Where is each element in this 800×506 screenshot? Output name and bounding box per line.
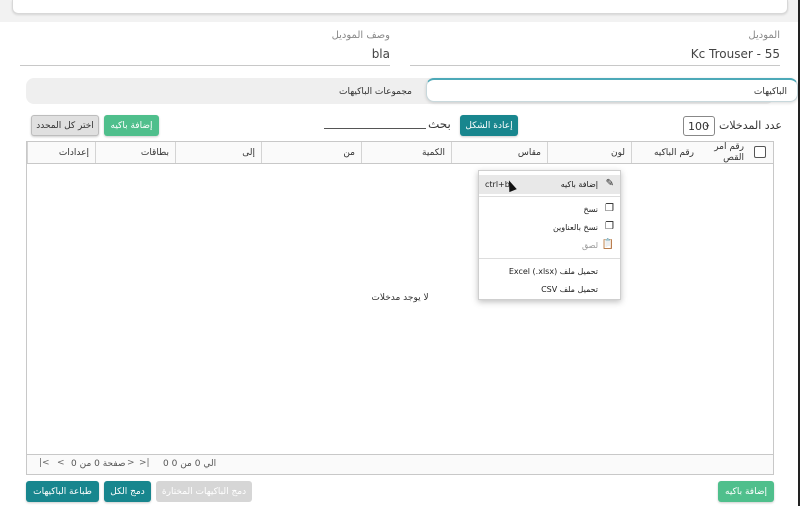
entries-count-label: عدد المدخلات: [719, 119, 782, 132]
menu-item-add-pack[interactable]: ✎ إضافة باكيه ctrl+b: [479, 175, 620, 194]
range-indicator: 0 الي 0 من 0: [163, 459, 217, 469]
column-header-from[interactable]: من: [261, 142, 361, 163]
empty-message: لا يوجد مدخلات: [371, 293, 429, 303]
search-label: بحث: [428, 117, 451, 131]
top-card: [12, 0, 788, 14]
context-menu: ✎ إضافة باكيه ctrl+b ❐ نسخ ❐ نسخ بالعناو…: [478, 170, 621, 300]
menu-item-copy-with-headers[interactable]: ❐ نسخ بالعناوين: [479, 218, 620, 237]
packs-table: رقم امر القص رقم الباكيه لون مقاس الكمية…: [26, 141, 774, 475]
column-header-cut-order[interactable]: رقم امر القص: [700, 142, 750, 163]
prev-page-icon[interactable]: <: [57, 458, 65, 468]
add-pack-button-bottom[interactable]: إضافة باكيه: [718, 481, 774, 502]
tab-bar: الباكيهات مجموعات الباكيهات: [26, 78, 798, 104]
column-header-settings[interactable]: إعدادات: [27, 142, 95, 163]
model-description-field[interactable]: وصف الموديل bla: [20, 30, 390, 66]
column-header-color[interactable]: لون: [547, 142, 631, 163]
print-packs-button[interactable]: طباعة الباكيهات: [26, 481, 99, 502]
copy-icon: ❐: [605, 203, 614, 214]
page-indicator: صفحة 0 من 0: [71, 459, 126, 469]
tab-packs[interactable]: الباكيهات: [426, 78, 798, 102]
merge-all-button[interactable]: دمج الكل: [104, 481, 151, 502]
select-all-button[interactable]: اختر كل المحدد: [31, 115, 99, 136]
merge-selected-button[interactable]: دمج الباكيهات المختارة: [156, 481, 252, 502]
model-field[interactable]: الموديل Kc Trouser - 55: [410, 30, 780, 66]
add-pack-button-top[interactable]: إضافة باكيه: [104, 115, 159, 136]
column-header-quantity[interactable]: الكمية: [361, 142, 451, 163]
column-header-size[interactable]: مقاس: [451, 142, 547, 163]
menu-item-paste[interactable]: 📋 لصق: [479, 236, 620, 255]
select-all-checkbox[interactable]: [754, 146, 766, 158]
next-page-icon[interactable]: >: [127, 458, 135, 468]
table-footer: |< < صفحة 0 من 0 > >| 0 الي 0 من 0: [27, 454, 773, 474]
page-size-select[interactable]: 100 ⌄: [683, 116, 715, 136]
menu-item-export-csv[interactable]: تحميل ملف CSV: [479, 280, 620, 299]
chevron-down-icon: ⌄: [703, 120, 711, 130]
model-description-value: bla: [371, 47, 390, 61]
column-header-cards[interactable]: بطاقات: [95, 142, 175, 163]
model-field-label: الموديل: [748, 30, 780, 41]
first-page-icon[interactable]: |<: [39, 458, 50, 468]
column-header-to[interactable]: إلى: [175, 142, 261, 163]
table-header: رقم امر القص رقم الباكيه لون مقاس الكمية…: [27, 142, 773, 164]
menu-item-copy[interactable]: ❐ نسخ: [479, 200, 620, 219]
reset-layout-button[interactable]: إعادة الشكل: [460, 115, 518, 136]
paste-icon: 📋: [601, 239, 614, 250]
tab-pack-groups[interactable]: مجموعات الباكيهات: [26, 78, 422, 102]
search-input[interactable]: [324, 128, 426, 129]
copy-icon: ❐: [605, 221, 614, 232]
model-description-label: وصف الموديل: [331, 30, 390, 41]
column-header-pack-number[interactable]: رقم الباكيه: [631, 142, 700, 163]
menu-item-export-excel[interactable]: تحميل ملف (Excel (.xlsx: [479, 262, 620, 281]
model-field-value: Kc Trouser - 55: [690, 47, 780, 61]
edit-icon: ✎: [605, 178, 614, 189]
last-page-icon[interactable]: >|: [139, 458, 150, 468]
